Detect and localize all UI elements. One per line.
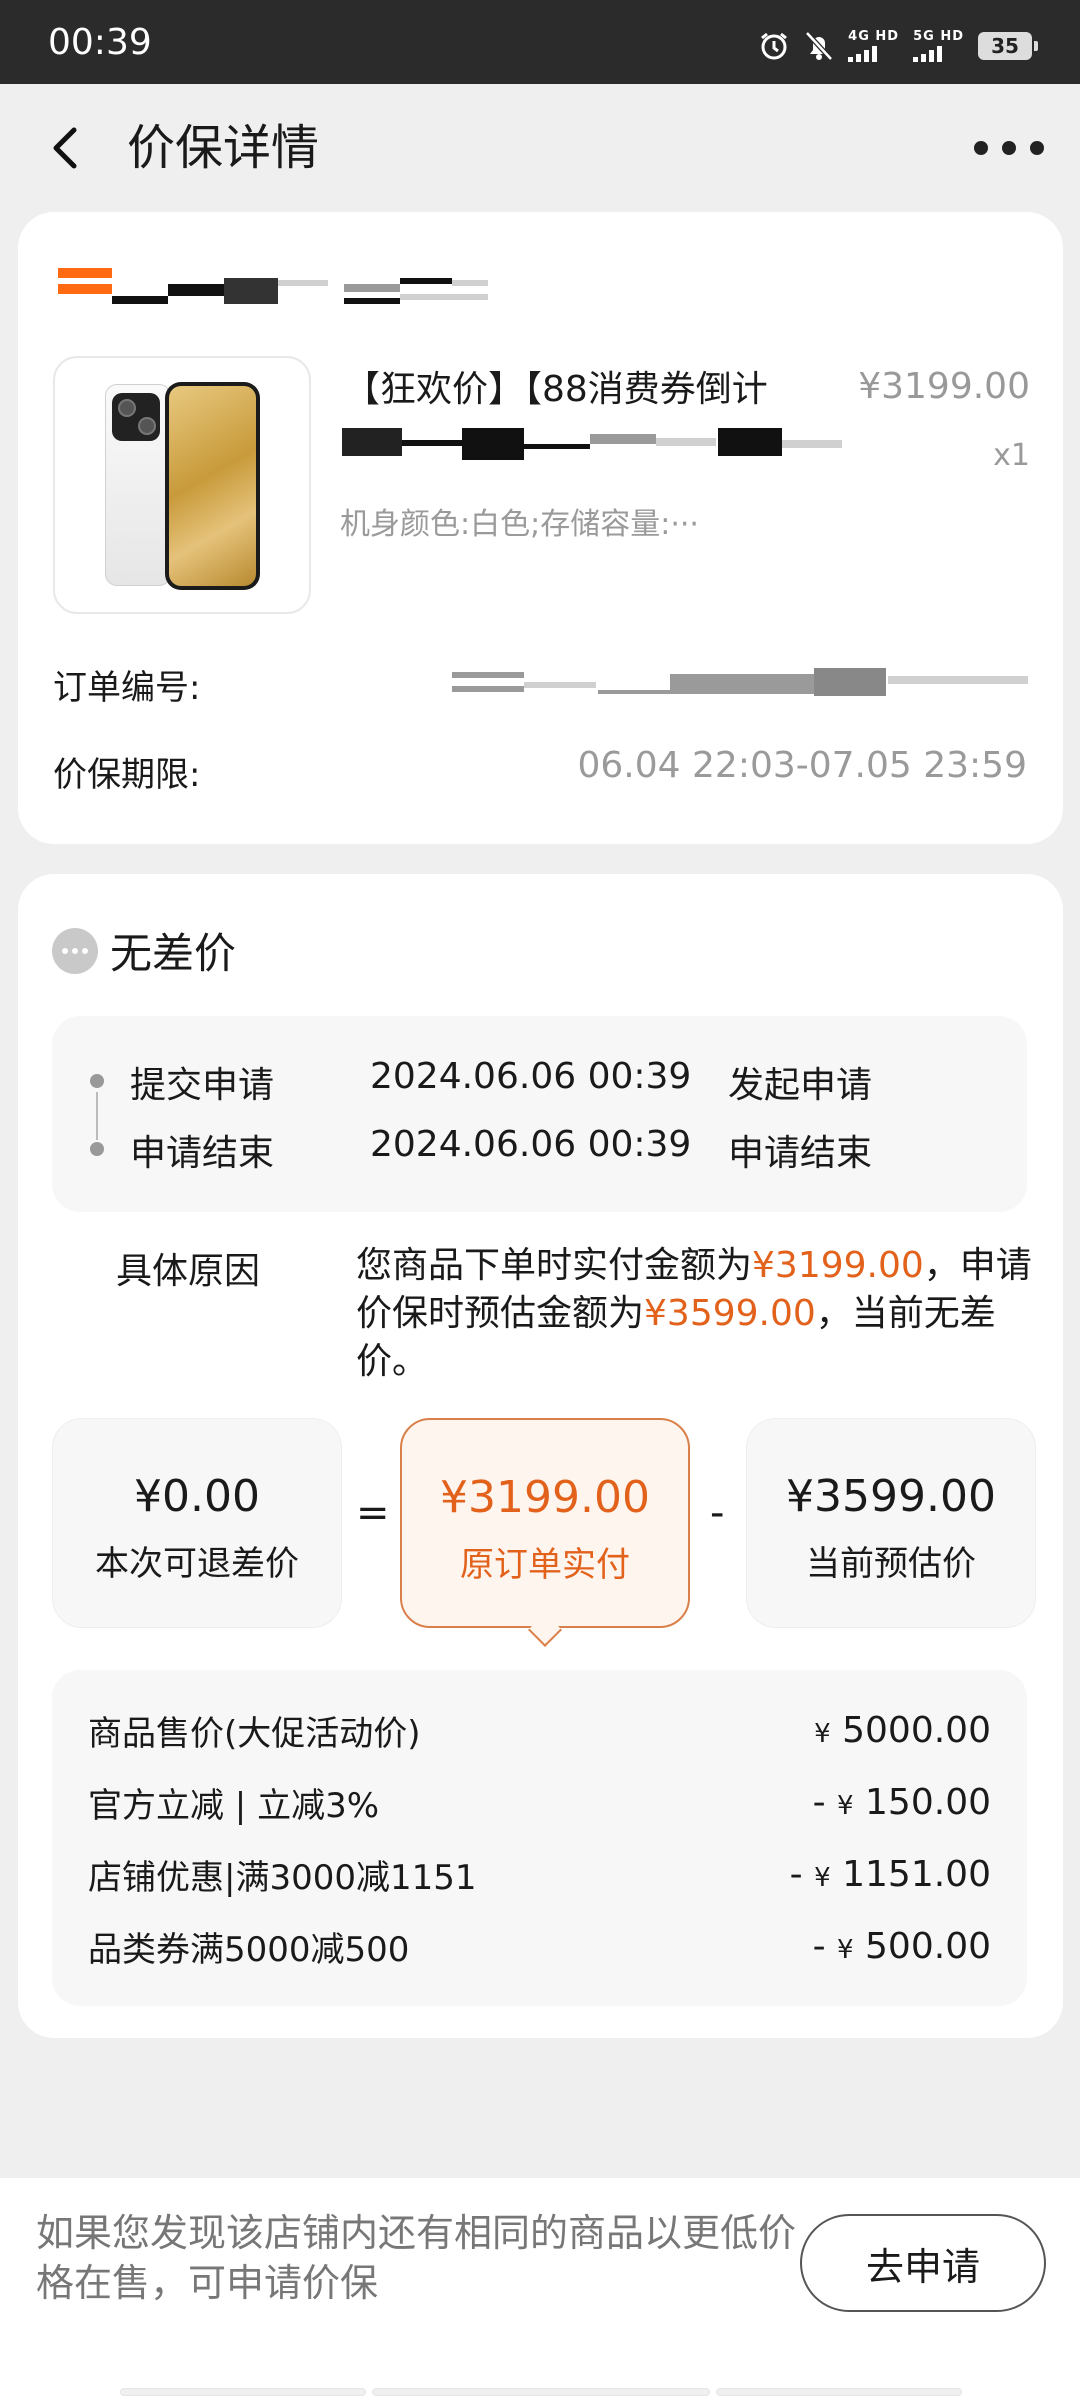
bottom-bar: 如果您发现该店铺内还有相同的商品以更低价格在售，可申请价保 去申请 (0, 2178, 1080, 2400)
breakdown-value: - ¥ 1151.00 (789, 1854, 991, 1895)
estimate-label: 当前预估价 (806, 1544, 976, 1584)
order-card: 【狂欢价】【88消费券倒计 ¥3199.00 x1 机身颜色:白色;存储容量:·… (18, 212, 1063, 844)
home-indicator (120, 2388, 366, 2396)
refund-box: ¥0.00 本次可退差价 (52, 1418, 342, 1628)
apply-button[interactable]: 去申请 (800, 2214, 1046, 2312)
product-image[interactable] (53, 356, 311, 614)
reason-label: 具体原因 (116, 1251, 261, 1292)
more-options-button[interactable] (974, 128, 1044, 168)
minus-sign: - (710, 1490, 725, 1536)
result-title: 无差价 (110, 929, 237, 978)
home-indicator (716, 2388, 962, 2396)
paid-label: 原订单实付 (460, 1545, 630, 1585)
status-bar: 00:39 4G HD 5G HD 35 (0, 0, 1080, 84)
estimate-amount: ¥3599.00 (786, 1471, 996, 1522)
breakdown-label: 店铺优惠|满3000减1151 (88, 1858, 477, 1898)
back-button[interactable] (40, 118, 96, 178)
shop-logo-icon (58, 268, 112, 304)
timeline-time: 2024.06.06 00:39 (370, 1056, 692, 1097)
shop-name-row[interactable] (58, 258, 488, 306)
breakdown-label: 品类券满5000减500 (88, 1930, 410, 1970)
period-label: 价保期限: (53, 755, 201, 795)
mute-bell-icon (805, 31, 833, 61)
price-breakdown: 商品售价(大促活动价) ¥ 5000.00 官方立减 | 立减3% - ¥ 15… (52, 1670, 1027, 2006)
status-time: 00:39 (48, 22, 152, 63)
signal-5g-icon: 5G HD (913, 30, 964, 62)
more-dot-icon (1002, 141, 1016, 155)
more-dot-icon (974, 141, 988, 155)
product-price: ¥3199.00 (858, 366, 1030, 407)
timeline-dot-icon (90, 1074, 104, 1088)
period-value: 06.04 22:03-07.05 23:59 (577, 745, 1028, 786)
breakdown-label: 官方立减 | 立减3% (88, 1786, 380, 1826)
breakdown-value: ¥ 5000.00 (814, 1710, 991, 1751)
timeline-time: 2024.06.06 00:39 (370, 1124, 692, 1165)
home-indicator (372, 2388, 710, 2396)
page-title: 价保详情 (127, 120, 320, 176)
timeline-step: 提交申请 (130, 1065, 275, 1106)
signal-4g-icon: 4G HD (848, 30, 899, 62)
nav-bar: 价保详情 (0, 84, 1080, 212)
battery-icon: 35 (978, 32, 1038, 60)
estimate-box: ¥3599.00 当前预估价 (746, 1418, 1036, 1628)
footer-hint: 如果您发现该店铺内还有相同的商品以更低价格在售，可申请价保 (36, 2211, 797, 2305)
reason-text: 您商品下单时实付金额为¥3199.00，申请价保时预估金额为¥3599.00，当… (356, 1245, 1032, 1382)
breakdown-value: - ¥ 500.00 (812, 1926, 991, 1967)
more-dot-icon (1030, 141, 1044, 155)
product-quantity: x1 (993, 438, 1030, 473)
product-spec: 机身颜色:白色;存储容量:··· (340, 507, 699, 542)
timeline: 提交申请 2024.06.06 00:39 发起申请 申请结束 2024.06.… (52, 1016, 1027, 1212)
timeline-step: 申请结束 (130, 1133, 275, 1174)
paid-box: ¥3199.00 原订单实付 (400, 1418, 690, 1628)
pending-dots-icon (52, 928, 98, 974)
refund-label: 本次可退差价 (95, 1544, 299, 1584)
order-number-label: 订单编号: (53, 668, 201, 708)
alarm-icon (761, 32, 788, 60)
equals-sign: = (356, 1490, 390, 1536)
paid-amount: ¥3199.00 (440, 1472, 650, 1523)
timeline-desc: 申请结束 (728, 1133, 873, 1174)
timeline-dot-icon (90, 1142, 104, 1156)
result-card: 无差价 提交申请 2024.06.06 00:39 发起申请 申请结束 2024… (18, 874, 1063, 2038)
back-arrow-icon (53, 127, 77, 169)
paid-amount-highlight: ¥3199.00 (752, 1245, 924, 1286)
breakdown-label: 商品售价(大促活动价) (88, 1714, 421, 1754)
product-title[interactable]: 【狂欢价】【88消费券倒计 (344, 360, 768, 412)
breakdown-value: - ¥ 150.00 (812, 1782, 991, 1823)
estimate-amount-highlight: ¥3599.00 (644, 1293, 816, 1334)
timeline-desc: 发起申请 (728, 1065, 873, 1106)
refund-amount: ¥0.00 (134, 1471, 260, 1522)
